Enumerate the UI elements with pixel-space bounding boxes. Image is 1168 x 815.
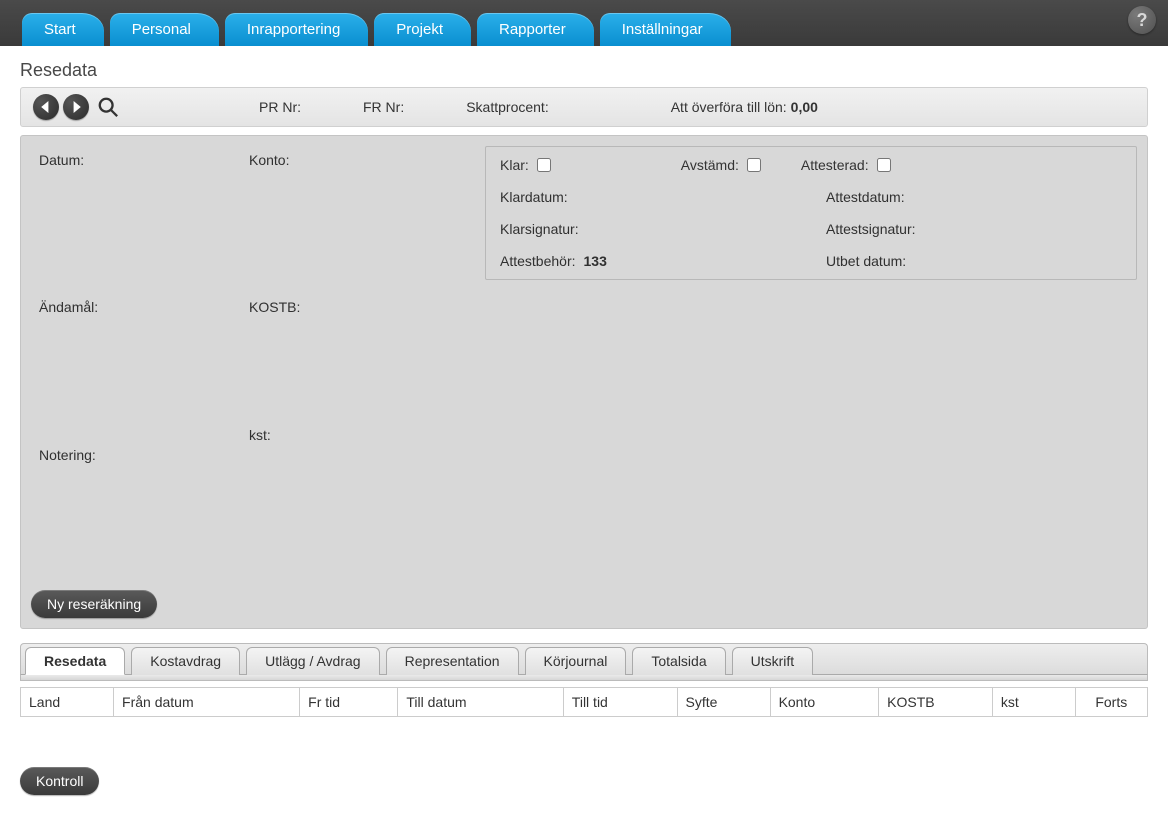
- subtab-bar: Resedata Kostavdrag Utlägg / Avdrag Repr…: [20, 643, 1148, 675]
- details-panel: Datum: Konto: Ändamål: KOSTB: Notering: …: [20, 135, 1148, 629]
- data-table: Land Från datum Fr tid Till datum Till t…: [20, 687, 1148, 717]
- attestsignatur-label: Attestsignatur:: [826, 221, 916, 237]
- notering-label: Notering:: [39, 447, 239, 580]
- klar-label: Klar:: [500, 157, 529, 173]
- col-land[interactable]: Land: [21, 688, 114, 717]
- col-kst[interactable]: kst: [992, 688, 1075, 717]
- nav-tab-personal[interactable]: Personal: [110, 13, 219, 46]
- attesterad-label: Attesterad:: [801, 157, 869, 173]
- attesterad-checkbox[interactable]: [877, 158, 891, 172]
- transfer-field: Att överföra till lön: 0,00: [671, 99, 818, 115]
- prev-record-button[interactable]: [33, 94, 59, 120]
- klardatum-label: Klardatum:: [500, 189, 568, 205]
- fr-nr-label: FR Nr:: [363, 99, 404, 115]
- utbet-label: Utbet datum:: [826, 253, 906, 269]
- chevron-right-icon: [70, 101, 82, 113]
- datum-label: Datum:: [39, 152, 239, 285]
- kontroll-button[interactable]: Kontroll: [20, 767, 99, 795]
- subtab-strip: [20, 675, 1148, 681]
- fr-nr-field: FR Nr:: [363, 99, 408, 115]
- skatt-field: Skattprocent:: [466, 99, 553, 115]
- col-till-datum[interactable]: Till datum: [398, 688, 563, 717]
- search-button[interactable]: [95, 94, 121, 120]
- transfer-label: Att överföra till lön:: [671, 99, 787, 115]
- table-header-row: Land Från datum Fr tid Till datum Till t…: [21, 688, 1148, 717]
- col-konto[interactable]: Konto: [770, 688, 879, 717]
- subtab-totalsida[interactable]: Totalsida: [632, 647, 725, 675]
- pr-nr-field: PR Nr:: [259, 99, 305, 115]
- subtab-kostavdrag[interactable]: Kostavdrag: [131, 647, 240, 675]
- subtab-representation[interactable]: Representation: [386, 647, 519, 675]
- col-till-tid[interactable]: Till tid: [563, 688, 677, 717]
- toolbar: PR Nr: FR Nr: Skattprocent: Att överföra…: [20, 87, 1148, 127]
- nav-tab-start[interactable]: Start: [22, 13, 104, 46]
- attestbehor-label: Attestbehör:: [500, 253, 576, 269]
- attestbehor-value: 133: [584, 253, 607, 269]
- klar-checkbox[interactable]: [537, 158, 551, 172]
- details-left: Datum: Konto: Ändamål: KOSTB: Notering: …: [31, 146, 471, 586]
- page-title: Resedata: [20, 60, 1148, 81]
- klarsignatur-label: Klarsignatur:: [500, 221, 579, 237]
- avstamd-checkbox[interactable]: [747, 158, 761, 172]
- subtab-resedata[interactable]: Resedata: [25, 647, 125, 675]
- details-right: Klar: Avstämd: Attesterad: Klardatum: At…: [485, 146, 1137, 280]
- kostb-label: KOSTB:: [249, 299, 467, 432]
- help-icon[interactable]: ?: [1128, 6, 1156, 34]
- konto-label: Konto:: [249, 152, 467, 285]
- col-fr-tid[interactable]: Fr tid: [300, 688, 398, 717]
- col-syfte[interactable]: Syfte: [677, 688, 770, 717]
- nav-tab-rapporter[interactable]: Rapporter: [477, 13, 594, 46]
- col-fran-datum[interactable]: Från datum: [114, 688, 300, 717]
- kst-label: kst:: [249, 427, 467, 580]
- nav-tab-inrapportering[interactable]: Inrapportering: [225, 13, 368, 46]
- top-nav: Start Personal Inrapportering Projekt Ra…: [0, 0, 1168, 46]
- attestdatum-label: Attestdatum:: [826, 189, 905, 205]
- search-icon: [97, 96, 119, 118]
- andamal-label: Ändamål:: [39, 299, 239, 432]
- ny-reserakning-button[interactable]: Ny reseräkning: [31, 590, 157, 618]
- pr-nr-label: PR Nr:: [259, 99, 301, 115]
- next-record-button[interactable]: [63, 94, 89, 120]
- chevron-left-icon: [40, 101, 52, 113]
- nav-tab-projekt[interactable]: Projekt: [374, 13, 471, 46]
- transfer-value: 0,00: [791, 99, 818, 115]
- skatt-label: Skattprocent:: [466, 99, 549, 115]
- col-kostb[interactable]: KOSTB: [879, 688, 993, 717]
- subtab-utskrift[interactable]: Utskrift: [732, 647, 814, 675]
- avstamd-label: Avstämd:: [681, 157, 739, 173]
- subtab-utlagg-avdrag[interactable]: Utlägg / Avdrag: [246, 647, 379, 675]
- col-forts[interactable]: Forts: [1075, 688, 1147, 717]
- subtab-korjournal[interactable]: Körjournal: [525, 647, 627, 675]
- nav-tab-installningar[interactable]: Inställningar: [600, 13, 731, 46]
